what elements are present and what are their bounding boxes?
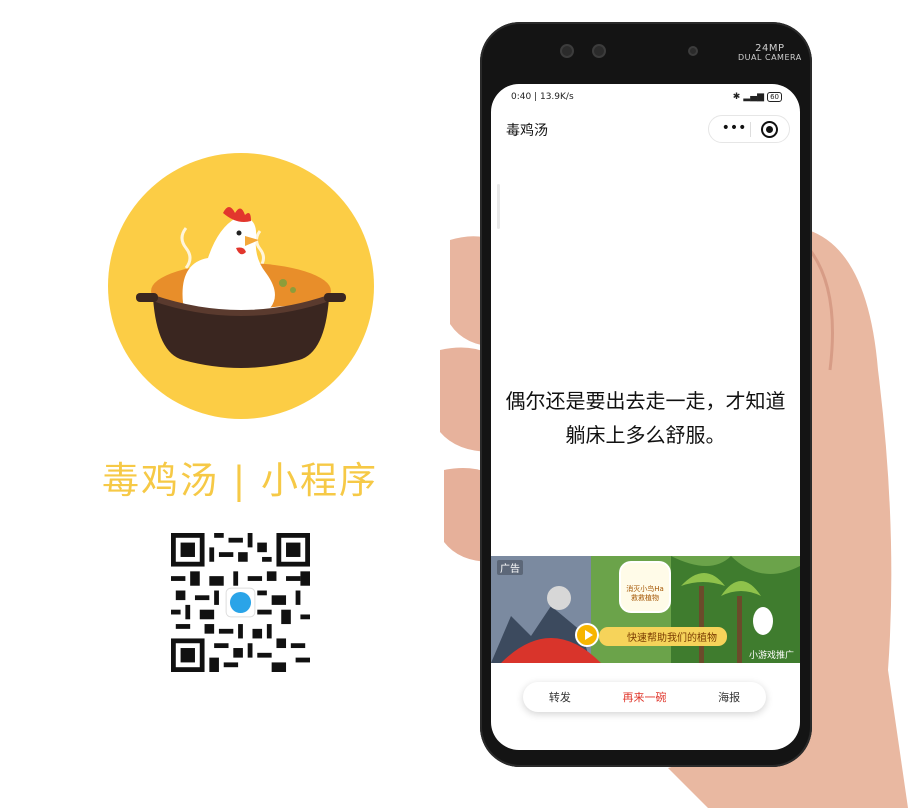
ad-tag[interactable]: 广告 bbox=[497, 560, 523, 575]
close-miniprogram-icon[interactable] bbox=[761, 121, 778, 138]
ad-app-name: 消灭小鸟Ha 救救植物 bbox=[626, 585, 664, 602]
another-bowl-button[interactable]: 再来一碗 bbox=[622, 689, 666, 705]
scroll-indicator bbox=[497, 184, 500, 229]
qr-code-icon[interactable] bbox=[171, 533, 310, 672]
poster-button[interactable]: 海报 bbox=[718, 689, 740, 705]
navigation-bar: 毒鸡汤 ••• bbox=[491, 114, 800, 144]
status-bar: 0:40 | 13.9K/s ✱ ▂▄▆ 60 bbox=[491, 92, 800, 108]
page-title: 毒鸡汤 bbox=[506, 123, 548, 139]
chicken-in-pot-icon bbox=[136, 207, 346, 368]
status-icons: ✱ ▂▄▆ 60 bbox=[733, 92, 782, 102]
bottom-action-bar: 转发 再来一碗 海报 bbox=[523, 682, 766, 712]
ad-app-icon[interactable]: 消灭小鸟Ha 救救植物 bbox=[619, 561, 671, 613]
more-icon[interactable]: ••• bbox=[719, 120, 749, 138]
camera-label: 24MP DUAL CAMERA bbox=[738, 43, 802, 63]
status-time: 0:40 | 13.9K/s bbox=[511, 92, 574, 102]
sensor-icon bbox=[560, 44, 574, 58]
ad-slogan[interactable]: 快速帮助我们的植物 bbox=[599, 627, 727, 646]
miniprogram-capsule: ••• bbox=[708, 115, 790, 143]
play-icon[interactable] bbox=[575, 623, 599, 647]
signal-icon: ▂▄▆ bbox=[743, 92, 765, 102]
quote-text: 偶尔还是要出去走一走，才知道躺床上多么舒服。 bbox=[505, 389, 786, 447]
bluetooth-icon: ✱ bbox=[732, 92, 741, 102]
ad-banner[interactable]: 广告 消灭小鸟Ha 救救植物 快速帮助我们的植物 小游戏推广 bbox=[491, 556, 800, 663]
flash-icon bbox=[688, 46, 698, 56]
share-button[interactable]: 转发 bbox=[549, 689, 571, 705]
front-camera-icon bbox=[592, 44, 606, 58]
phone-screen: 0:40 | 13.9K/s ✱ ▂▄▆ 60 毒鸡汤 ••• 偶尔还是要出去走… bbox=[491, 84, 800, 750]
capsule-divider bbox=[750, 122, 751, 137]
brand-logo bbox=[108, 153, 374, 419]
brand-title: 毒鸡汤 | 小程序 bbox=[102, 459, 378, 502]
ad-source-label: 小游戏推广 bbox=[748, 651, 794, 661]
battery-icon: 60 bbox=[767, 92, 782, 102]
